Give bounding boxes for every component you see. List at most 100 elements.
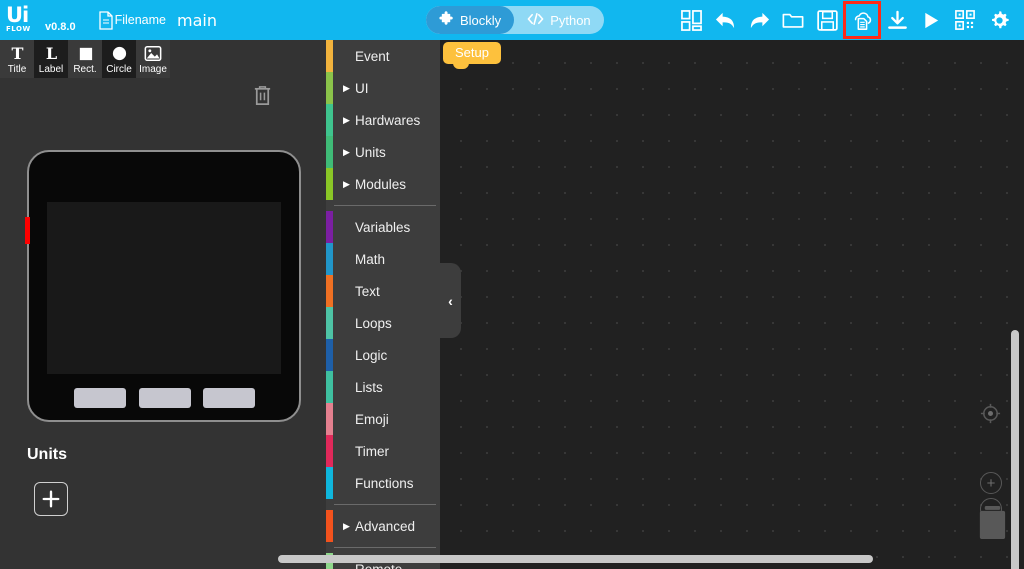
filename-label: Filename bbox=[114, 13, 167, 27]
undo-icon[interactable] bbox=[710, 5, 740, 35]
category-ui[interactable]: ▶ UI bbox=[326, 72, 440, 104]
zoom-in-label: + bbox=[980, 472, 1002, 494]
filename-value[interactable]: main bbox=[177, 11, 217, 30]
category-separator bbox=[334, 205, 436, 206]
expand-triangle-icon: ▶ bbox=[343, 178, 350, 189]
device-button-b[interactable] bbox=[139, 388, 191, 408]
category-advanced[interactable]: ▶ Advanced bbox=[326, 510, 440, 542]
redo-icon[interactable] bbox=[744, 5, 774, 35]
widget-circle-label: Circle bbox=[106, 64, 132, 75]
rectangle-icon bbox=[77, 43, 94, 63]
svg-text:L: L bbox=[45, 45, 56, 62]
circle-icon bbox=[111, 43, 128, 63]
expand-triangle-icon: ▶ bbox=[343, 114, 350, 125]
category-label: UI bbox=[355, 80, 369, 96]
widget-label-button[interactable]: L Label bbox=[34, 40, 68, 78]
add-unit-button[interactable] bbox=[34, 482, 68, 516]
widget-title-button[interactable]: T Title bbox=[0, 40, 34, 78]
category-math[interactable]: Math bbox=[326, 243, 440, 275]
category-color-bar bbox=[326, 371, 333, 403]
canvas-horizontal-scrollbar[interactable] bbox=[278, 555, 873, 563]
category-label: Functions bbox=[355, 475, 414, 491]
category-label: Logic bbox=[355, 347, 388, 363]
widget-label-label: Label bbox=[38, 64, 64, 75]
category-label: Units bbox=[355, 144, 386, 160]
category-label: Emoji bbox=[355, 411, 389, 427]
category-label: Event bbox=[355, 48, 390, 64]
category-color-bar bbox=[326, 243, 333, 275]
category-label: Math bbox=[355, 251, 386, 267]
tab-python[interactable]: Python bbox=[514, 6, 603, 34]
category-label: Hardwares bbox=[355, 112, 421, 128]
logo-ui-text: Ui bbox=[6, 3, 29, 27]
uiflow-app: Ui FLOW v0.8.0 Filename main Blockly Pyt… bbox=[0, 0, 1024, 569]
download-icon[interactable] bbox=[882, 5, 912, 35]
category-label: Lists bbox=[355, 379, 383, 395]
app-logo[interactable]: Ui FLOW v0.8.0 bbox=[0, 5, 76, 35]
blockly-canvas[interactable]: Setup + − bbox=[440, 40, 1024, 569]
device-led-strip bbox=[25, 217, 30, 244]
category-timer[interactable]: Timer bbox=[326, 435, 440, 467]
category-units[interactable]: ▶ Units bbox=[326, 136, 440, 168]
setup-block[interactable]: Setup bbox=[443, 42, 501, 69]
category-separator bbox=[334, 547, 436, 548]
filename-group[interactable]: Filename main bbox=[98, 11, 217, 30]
collapse-panel-handle[interactable]: ‹ bbox=[440, 263, 461, 338]
category-text[interactable]: Text bbox=[326, 275, 440, 307]
tab-blockly[interactable]: Blockly bbox=[426, 6, 515, 34]
category-color-bar bbox=[326, 467, 333, 499]
canvas-trash-icon[interactable] bbox=[976, 503, 1009, 547]
cloud-document-icon[interactable] bbox=[843, 1, 881, 39]
device-button-a[interactable] bbox=[74, 388, 126, 408]
category-label: Text bbox=[355, 283, 380, 299]
category-color-bar bbox=[326, 104, 333, 136]
category-color-bar bbox=[326, 339, 333, 371]
document-icon bbox=[98, 10, 114, 30]
qrcode-icon[interactable] bbox=[950, 5, 980, 35]
open-folder-icon[interactable] bbox=[778, 5, 808, 35]
widget-image-button[interactable]: Image bbox=[136, 40, 170, 78]
expand-triangle-icon: ▶ bbox=[343, 146, 350, 157]
category-logic[interactable]: Logic bbox=[326, 339, 440, 371]
category-lists[interactable]: Lists bbox=[326, 371, 440, 403]
save-floppy-icon[interactable] bbox=[812, 5, 842, 35]
tab-python-label: Python bbox=[550, 12, 591, 28]
category-color-bar bbox=[326, 40, 333, 72]
category-event[interactable]: Event bbox=[326, 40, 440, 72]
category-color-bar bbox=[326, 275, 333, 307]
logo-flow-text: FLOW bbox=[6, 25, 31, 33]
category-emoji[interactable]: Emoji bbox=[326, 403, 440, 435]
widget-rect-button[interactable]: Rect. bbox=[68, 40, 102, 78]
category-modules[interactable]: ▶ Modules bbox=[326, 168, 440, 200]
run-play-icon[interactable] bbox=[916, 5, 946, 35]
category-label: Variables bbox=[355, 219, 411, 235]
toolbar bbox=[674, 0, 1016, 40]
center-target-icon[interactable] bbox=[979, 402, 1002, 430]
category-hardwares[interactable]: ▶ Hardwares bbox=[326, 104, 440, 136]
widget-image-label: Image bbox=[139, 64, 167, 75]
category-label: Modules bbox=[355, 176, 407, 192]
widget-rect-label: Rect. bbox=[73, 64, 97, 75]
canvas-vertical-scrollbar[interactable] bbox=[1011, 330, 1019, 569]
trash-icon[interactable] bbox=[252, 84, 273, 112]
category-functions[interactable]: Functions bbox=[326, 467, 440, 499]
category-color-bar bbox=[326, 510, 333, 542]
device-screen[interactable] bbox=[47, 202, 281, 374]
device-button-c[interactable] bbox=[203, 388, 255, 408]
category-color-bar bbox=[326, 307, 333, 339]
category-color-bar bbox=[326, 72, 333, 104]
category-variables[interactable]: Variables bbox=[326, 211, 440, 243]
category-loops[interactable]: Loops bbox=[326, 307, 440, 339]
app-version: v0.8.0 bbox=[45, 21, 76, 33]
m5stack-device-preview[interactable] bbox=[25, 150, 301, 422]
top-bar: Ui FLOW v0.8.0 Filename main Blockly Pyt… bbox=[0, 0, 1024, 40]
category-color-bar bbox=[326, 168, 333, 200]
block-category-list: Event ▶ UI ▶ Hardwares ▶ Units ▶ Modules Variable… bbox=[326, 40, 440, 569]
settings-gear-icon[interactable] bbox=[984, 5, 1014, 35]
chevron-left-icon: ‹ bbox=[448, 292, 453, 309]
blocks-grid-icon[interactable] bbox=[676, 5, 706, 35]
uiflow-logo-icon: Ui FLOW bbox=[6, 5, 40, 35]
widget-circle-button[interactable]: Circle bbox=[102, 40, 136, 78]
code-brackets-icon bbox=[527, 12, 544, 29]
zoom-in-button[interactable]: + bbox=[980, 472, 1002, 494]
